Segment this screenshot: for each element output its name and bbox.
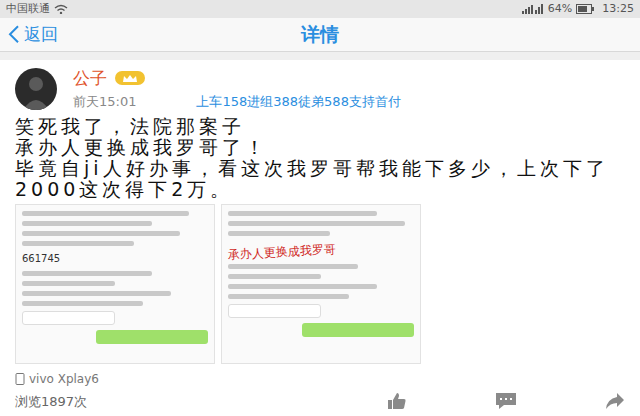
post-line: 毕竟自ji人好办事，看这次我罗哥帮我能下多少，上次下了2000这次得下2万。 [15, 158, 625, 200]
status-left: 中国联通 [6, 1, 68, 18]
chat-bubble [22, 311, 115, 325]
battery-icon [576, 4, 594, 14]
author-row: 公子 [73, 68, 401, 88]
back-button[interactable]: 返回 [0, 22, 58, 48]
chevron-left-icon [8, 25, 20, 45]
image-text: 661745 [22, 251, 208, 266]
text-line [22, 271, 152, 276]
chat-bubble [302, 323, 414, 337]
image-text: 承办人更换成我罗哥 [228, 236, 415, 264]
text-line [228, 221, 405, 226]
avatar-image[interactable] [15, 68, 57, 110]
comment-icon [495, 392, 517, 410]
chat-bubble [96, 330, 208, 344]
text-line [22, 291, 171, 296]
author-info: 公子前天15:01 上车158进组388徒弟588支持首付 [73, 68, 401, 112]
header-bar: 返回 详情 [0, 18, 640, 52]
device-row: vivo Xplay6 [15, 370, 625, 388]
signal-icon [522, 4, 544, 14]
text-line [228, 284, 377, 289]
post-text: 笑死我了，法院那案子承办人更换成我罗哥了！毕竟自ji人好办事，看这次我罗哥帮我能… [15, 116, 625, 200]
post-time: 前天15:01 [73, 92, 136, 112]
post-line: 承办人更换成我罗哥了！ [15, 137, 625, 158]
clock-label: 13:25 [602, 1, 634, 18]
text-line [228, 274, 321, 279]
text-line [22, 301, 143, 306]
meta-row: 前天15:01 上车158进组388徒弟588支持首付 [73, 92, 401, 112]
thumbs-up-icon [387, 392, 407, 410]
post-head: 公子前天15:01 上车158进组388徒弟588支持首付 [15, 68, 625, 112]
wifi-icon [54, 4, 68, 14]
battery-label: 64% [548, 1, 572, 18]
chat-bubble [228, 304, 321, 318]
back-label[interactable]: 返回 [24, 22, 58, 48]
text-line [22, 221, 152, 226]
author-name[interactable]: 公子 [73, 68, 107, 88]
text-line [22, 241, 134, 246]
text-line [228, 264, 358, 269]
text-line [22, 281, 115, 286]
text-line [228, 294, 349, 299]
text-line [22, 211, 189, 216]
post-footer: 浏览1897次 [15, 392, 625, 412]
phone-icon [15, 373, 25, 385]
status-bar: 中国联通 64% 13:25 [0, 0, 640, 18]
share-icon [605, 392, 625, 410]
vip-badge-icon [115, 71, 145, 85]
post-image[interactable]: 661745 [15, 204, 215, 364]
post-images: 661745 承办人更换成我罗哥 [15, 204, 625, 364]
post-line: 笑死我了，法院那案子 [15, 116, 625, 137]
text-line [22, 231, 180, 236]
post-card: 公子前天15:01上车158进组388徒弟588支持首付笑死我了，法院那案子承办… [0, 60, 640, 416]
text-line [228, 231, 330, 236]
author-tagline: 上车158进组388徒弟588支持首付 [196, 92, 400, 112]
post-image[interactable]: 承办人更换成我罗哥 [221, 204, 421, 364]
view-count: 浏览1897次 [15, 392, 387, 412]
device-label: vivo Xplay6 [29, 370, 99, 388]
text-line [228, 211, 377, 216]
page-title: 详情 [301, 20, 339, 49]
action-bar [387, 392, 625, 410]
status-right: 64% 13:25 [522, 1, 634, 18]
carrier-label: 中国联通 [6, 1, 50, 18]
